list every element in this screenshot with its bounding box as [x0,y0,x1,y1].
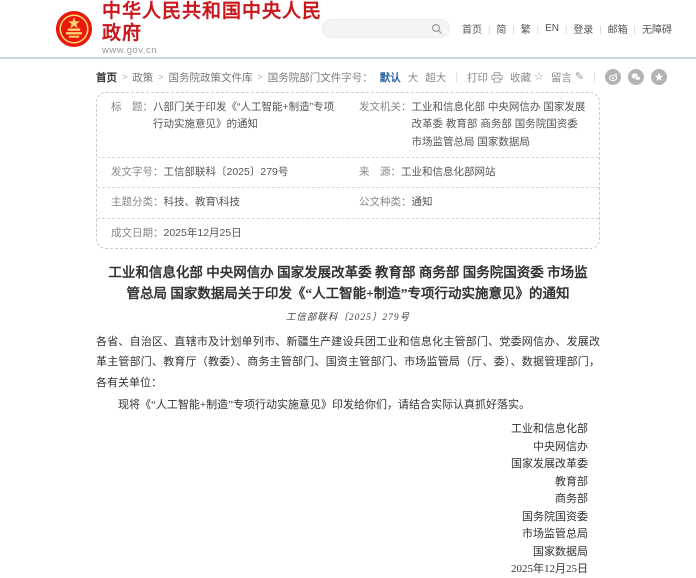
font-size-large[interactable]: 大 [408,70,419,85]
search-icon[interactable] [431,23,443,35]
meta-row-category-doctype: 主题分类： 科技、教育\科技 公文种类： 通知 [97,188,599,218]
nav-home[interactable]: 首页 [462,21,482,36]
pencil-icon: ✎ [575,72,584,83]
signer: 教育部 [96,474,588,491]
breadcrumb-policy-library[interactable]: 国务院政策文件库 [169,70,253,85]
breadcrumb-dept-documents[interactable]: 国务院部门文件 [268,70,342,85]
breadcrumb-separator: > [158,72,163,82]
search-input[interactable] [322,19,450,38]
meta-row-docno-source: 发文字号： 工信部联科〔2025〕279号 来 源： 工业和信息化部网站 [97,158,599,188]
toolbar-divider: | [591,71,598,83]
nav-accessibility[interactable]: 无障碍 [642,21,672,36]
nav-separator: | [565,24,567,34]
signer: 工业和信息化部 [96,421,588,438]
nav-separator: | [488,24,490,34]
weibo-share-icon[interactable] [605,69,621,85]
site-title: 中华人民共和国中央人民政府 [102,1,322,45]
salutation-paragraph: 各省、自治区、直辖市及计划单列市、新疆生产建设兵团工业和信息化主管部门、党委网信… [96,332,600,393]
breadcrumb-separator: > [258,72,263,82]
toolbar: 首页 > 政策 > 国务院政策文件库 > 国务院部门文件 字号： 默认 大 超大… [96,67,600,87]
qzone-share-icon[interactable] [651,69,667,85]
breadcrumb-policy[interactable]: 政策 [132,70,153,85]
site-header: 中华人民共和国中央人民政府 www.gov.cn 首页 | 简 | 繁 | EN… [0,0,696,59]
signer: 市场监管总局 [96,526,588,543]
meta-source-label: 来 源： [359,164,401,181]
meta-docno-label: 发文字号： [111,164,164,181]
signer: 国务院国资委 [96,509,588,526]
meta-title-value: 八部门关于印发《“人工智能+制造”专项行动实施意见》的通知 [153,99,337,151]
site-url: www.gov.cn [102,45,322,56]
meta-row-date: 成文日期： 2025年12月25日 [97,219,599,248]
meta-docno-value: 工信部联科〔2025〕279号 [164,164,289,181]
nav-separator: | [537,24,539,34]
star-icon: ☆ [534,72,544,83]
favorite-button[interactable]: 收藏 ☆ [510,70,544,85]
nav-traditional[interactable]: 繁 [521,21,531,36]
meta-row-title-issuer: 标 题： 八部门关于印发《“人工智能+制造”专项行动实施意见》的通知 发文机关：… [97,93,599,158]
document-title: 工业和信息化部 中央网信办 国家发展改革委 教育部 商务部 国务院国资委 市场监… [105,262,591,305]
meta-issuer-value: 工业和信息化部 中央网信办 国家发展改革委 教育部 商务部 国务院国资委 市场监… [412,99,592,151]
body-paragraph: 现将《“人工智能+制造”专项行动实施意见》印发给你们，请结合实际认真抓好落实。 [96,395,600,415]
signer: 国家发展改革委 [96,456,588,473]
meta-date-label: 成文日期： [111,225,164,242]
nav-separator: | [512,24,514,34]
meta-source-value: 工业和信息化部网站 [401,164,496,181]
font-size-default[interactable]: 默认 [380,70,401,85]
site-logo[interactable]: 中华人民共和国中央人民政府 www.gov.cn [55,1,322,57]
meta-title-label: 标 题： [111,99,153,151]
document-article: 工业和信息化部 中央网信办 国家发展改革委 教育部 商务部 国务院国资委 市场监… [96,262,600,578]
nav-mail[interactable]: 邮箱 [608,21,628,36]
top-nav: 首页 | 简 | 繁 | EN | 登录 | 邮箱 | 无障碍 [462,21,672,36]
printer-icon [491,72,503,83]
signer: 中央网信办 [96,439,588,456]
national-emblem-icon [55,10,93,48]
meta-category-value: 科技、教育\科技 [164,194,240,211]
signature-date: 2025年12月25日 [96,561,588,578]
font-size-label: 字号： [341,70,373,85]
meta-issuer-label: 发文机关： [359,99,412,151]
print-button[interactable]: 打印 [467,70,503,85]
meta-doctype-label: 公文种类： [359,194,412,211]
breadcrumb-home[interactable]: 首页 [96,70,117,85]
nav-separator: | [599,24,601,34]
nav-simplified[interactable]: 简 [496,21,506,36]
nav-separator: | [634,24,636,34]
font-size-xlarge[interactable]: 超大 [425,70,446,85]
meta-category-label: 主题分类： [111,194,164,211]
meta-date-value: 2025年12月25日 [164,225,242,242]
meta-doctype-value: 通知 [412,194,433,211]
nav-english[interactable]: EN [545,23,559,34]
signer: 商务部 [96,491,588,508]
breadcrumb: 首页 > 政策 > 国务院政策文件库 > 国务院部门文件 [96,70,341,85]
toolbar-divider: | [453,71,460,83]
breadcrumb-separator: > [122,72,127,82]
document-number: 工信部联科〔2025〕279号 [96,309,600,323]
wechat-share-icon[interactable] [628,69,644,85]
signer: 国家数据局 [96,544,588,561]
comment-button[interactable]: 留言 ✎ [551,70,584,85]
nav-login[interactable]: 登录 [573,21,593,36]
signature-block: 工业和信息化部 中央网信办 国家发展改革委 教育部 商务部 国务院国资委 市场监… [96,421,600,578]
document-meta-table: 标 题： 八部门关于印发《“人工智能+制造”专项行动实施意见》的通知 发文机关：… [96,92,600,249]
